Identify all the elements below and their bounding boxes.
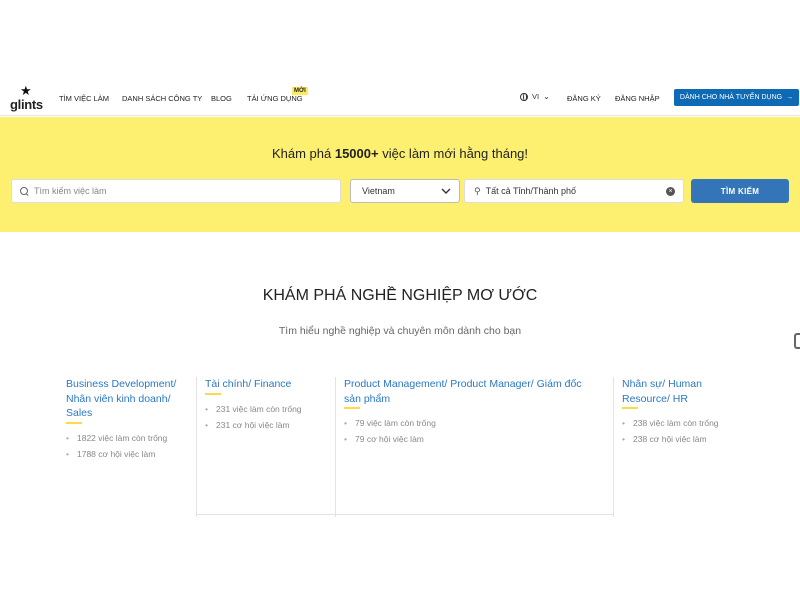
location-value: Tất cả Tỉnh/Thành phố <box>485 186 576 196</box>
category-title[interactable]: Product Management/ Product Manager/ Giá… <box>344 377 589 409</box>
login-link[interactable]: ĐĂNG NHẬP <box>615 94 660 103</box>
category-title[interactable]: Nhân sự/ Human Resource/ HR <box>622 377 752 409</box>
location-select[interactable]: ⚲ Tất cả Tỉnh/Thành phố × <box>464 179 684 203</box>
open-jobs-count: 231 việc làm còn trống <box>205 403 330 415</box>
column-divider <box>335 377 336 517</box>
column-divider <box>196 377 197 517</box>
category-title-text: Nhân sự/ Human Resource/ HR <box>622 378 702 405</box>
opportunities-count: 238 cơ hội việc làm <box>622 433 752 445</box>
open-jobs-count: 238 việc làm còn trống <box>622 417 752 429</box>
logo-text: glints <box>10 97 43 112</box>
category-grid: Business Development/ Nhân viên kinh doa… <box>57 377 757 517</box>
column-divider <box>613 377 614 517</box>
title-underline <box>622 407 638 409</box>
category-stats: 231 việc làm còn trống 231 cơ hội việc l… <box>205 403 330 431</box>
opportunities-count: 1788 cơ hội việc làm <box>66 448 186 460</box>
top-navbar: ★ glints TÌM VIỆC LÀM DANH SÁCH CÔNG TY … <box>0 80 800 116</box>
employer-button[interactable]: DÀNH CHO NHÀ TUYỂN DỤNG → <box>674 89 799 106</box>
open-jobs-count: 1822 việc làm còn trống <box>66 432 186 444</box>
opportunities-count: 79 cơ hội việc làm <box>344 433 589 445</box>
country-value: Vietnam <box>362 186 395 196</box>
globe-icon <box>520 92 528 101</box>
category-card[interactable]: Product Management/ Product Manager/ Giá… <box>344 377 589 517</box>
category-card[interactable]: Nhân sự/ Human Resource/ HR 238 việc làm… <box>622 377 752 517</box>
new-badge: MỚI <box>292 87 308 95</box>
category-title[interactable]: Business Development/ Nhân viên kinh doa… <box>66 377 186 424</box>
title-underline <box>344 407 360 409</box>
nav-blog[interactable]: BLOG <box>211 94 232 103</box>
star-icon: ★ <box>20 83 32 98</box>
job-search-box[interactable] <box>11 179 341 203</box>
section-subtitle: Tìm hiểu nghề nghiệp và chuyên môn dành … <box>278 325 522 337</box>
category-stats: 79 việc làm còn trống 79 cơ hội việc làm <box>344 417 589 445</box>
glints-logo[interactable]: ★ glints <box>10 84 46 114</box>
chevron-down-icon: ⌄ <box>543 92 550 101</box>
category-card[interactable]: Tài chính/ Finance 231 việc làm còn trốn… <box>205 377 330 517</box>
category-card[interactable]: Business Development/ Nhân viên kinh doa… <box>66 377 186 517</box>
title-underline <box>66 421 82 424</box>
register-link[interactable]: ĐĂNG KÝ <box>567 94 601 103</box>
search-button[interactable]: TÌM KIẾM <box>691 179 789 203</box>
job-search-input[interactable] <box>34 186 324 196</box>
chevron-down-icon <box>441 188 451 194</box>
nav-download-app[interactable]: TẢI ỨNG DỤNG <box>247 94 303 103</box>
section-title-text: KHÁM PHÁ NGHỀ NGHIỆP MƠ ƯỚC <box>260 287 539 304</box>
clear-icon[interactable]: × <box>666 186 675 196</box>
arrow-right-icon: → <box>786 94 794 101</box>
country-select[interactable]: Vietnam <box>350 179 460 203</box>
nav-find-jobs[interactable]: TÌM VIỆC LÀM <box>59 94 109 103</box>
language-label: VI <box>532 92 540 101</box>
hero-title-suffix: việc làm mới hằng tháng! <box>378 146 529 161</box>
open-jobs-count: 79 việc làm còn trống <box>344 417 589 429</box>
hero-banner: Khám phá 15000+ việc làm mới hằng tháng!… <box>0 117 800 232</box>
nav-company-list[interactable]: DANH SÁCH CÔNG TY <box>122 94 202 103</box>
category-title-text: Tài chính/ Finance <box>205 378 292 390</box>
category-title-text: Business Development/ Nhân viên kinh doa… <box>66 378 177 419</box>
employer-button-label: DÀNH CHO NHÀ TUYỂN DỤNG <box>679 94 783 101</box>
side-feedback-tab[interactable] <box>794 333 800 349</box>
category-stats: 238 việc làm còn trống 238 cơ hội việc l… <box>622 417 752 445</box>
category-title-text: Product Management/ Product Manager/ Giá… <box>344 378 582 405</box>
location-pin-icon: ⚲ <box>474 185 481 196</box>
category-stats: 1822 việc làm còn trống 1788 cơ hội việc… <box>66 432 186 460</box>
category-title[interactable]: Tài chính/ Finance <box>205 377 330 395</box>
language-selector[interactable]: VI ⌄ <box>520 92 550 101</box>
hero-title-prefix: Khám phá <box>271 146 335 161</box>
title-underline <box>205 392 221 395</box>
hero-title-count: 15000+ <box>334 146 379 161</box>
section-title: KHÁM PHÁ NGHỀ NGHIỆP MƠ ƯỚC <box>0 287 800 305</box>
hero-title: Khám phá 15000+ việc làm mới hằng tháng! <box>0 146 800 161</box>
search-icon <box>20 186 29 196</box>
opportunities-count: 231 cơ hội việc làm <box>205 419 330 431</box>
